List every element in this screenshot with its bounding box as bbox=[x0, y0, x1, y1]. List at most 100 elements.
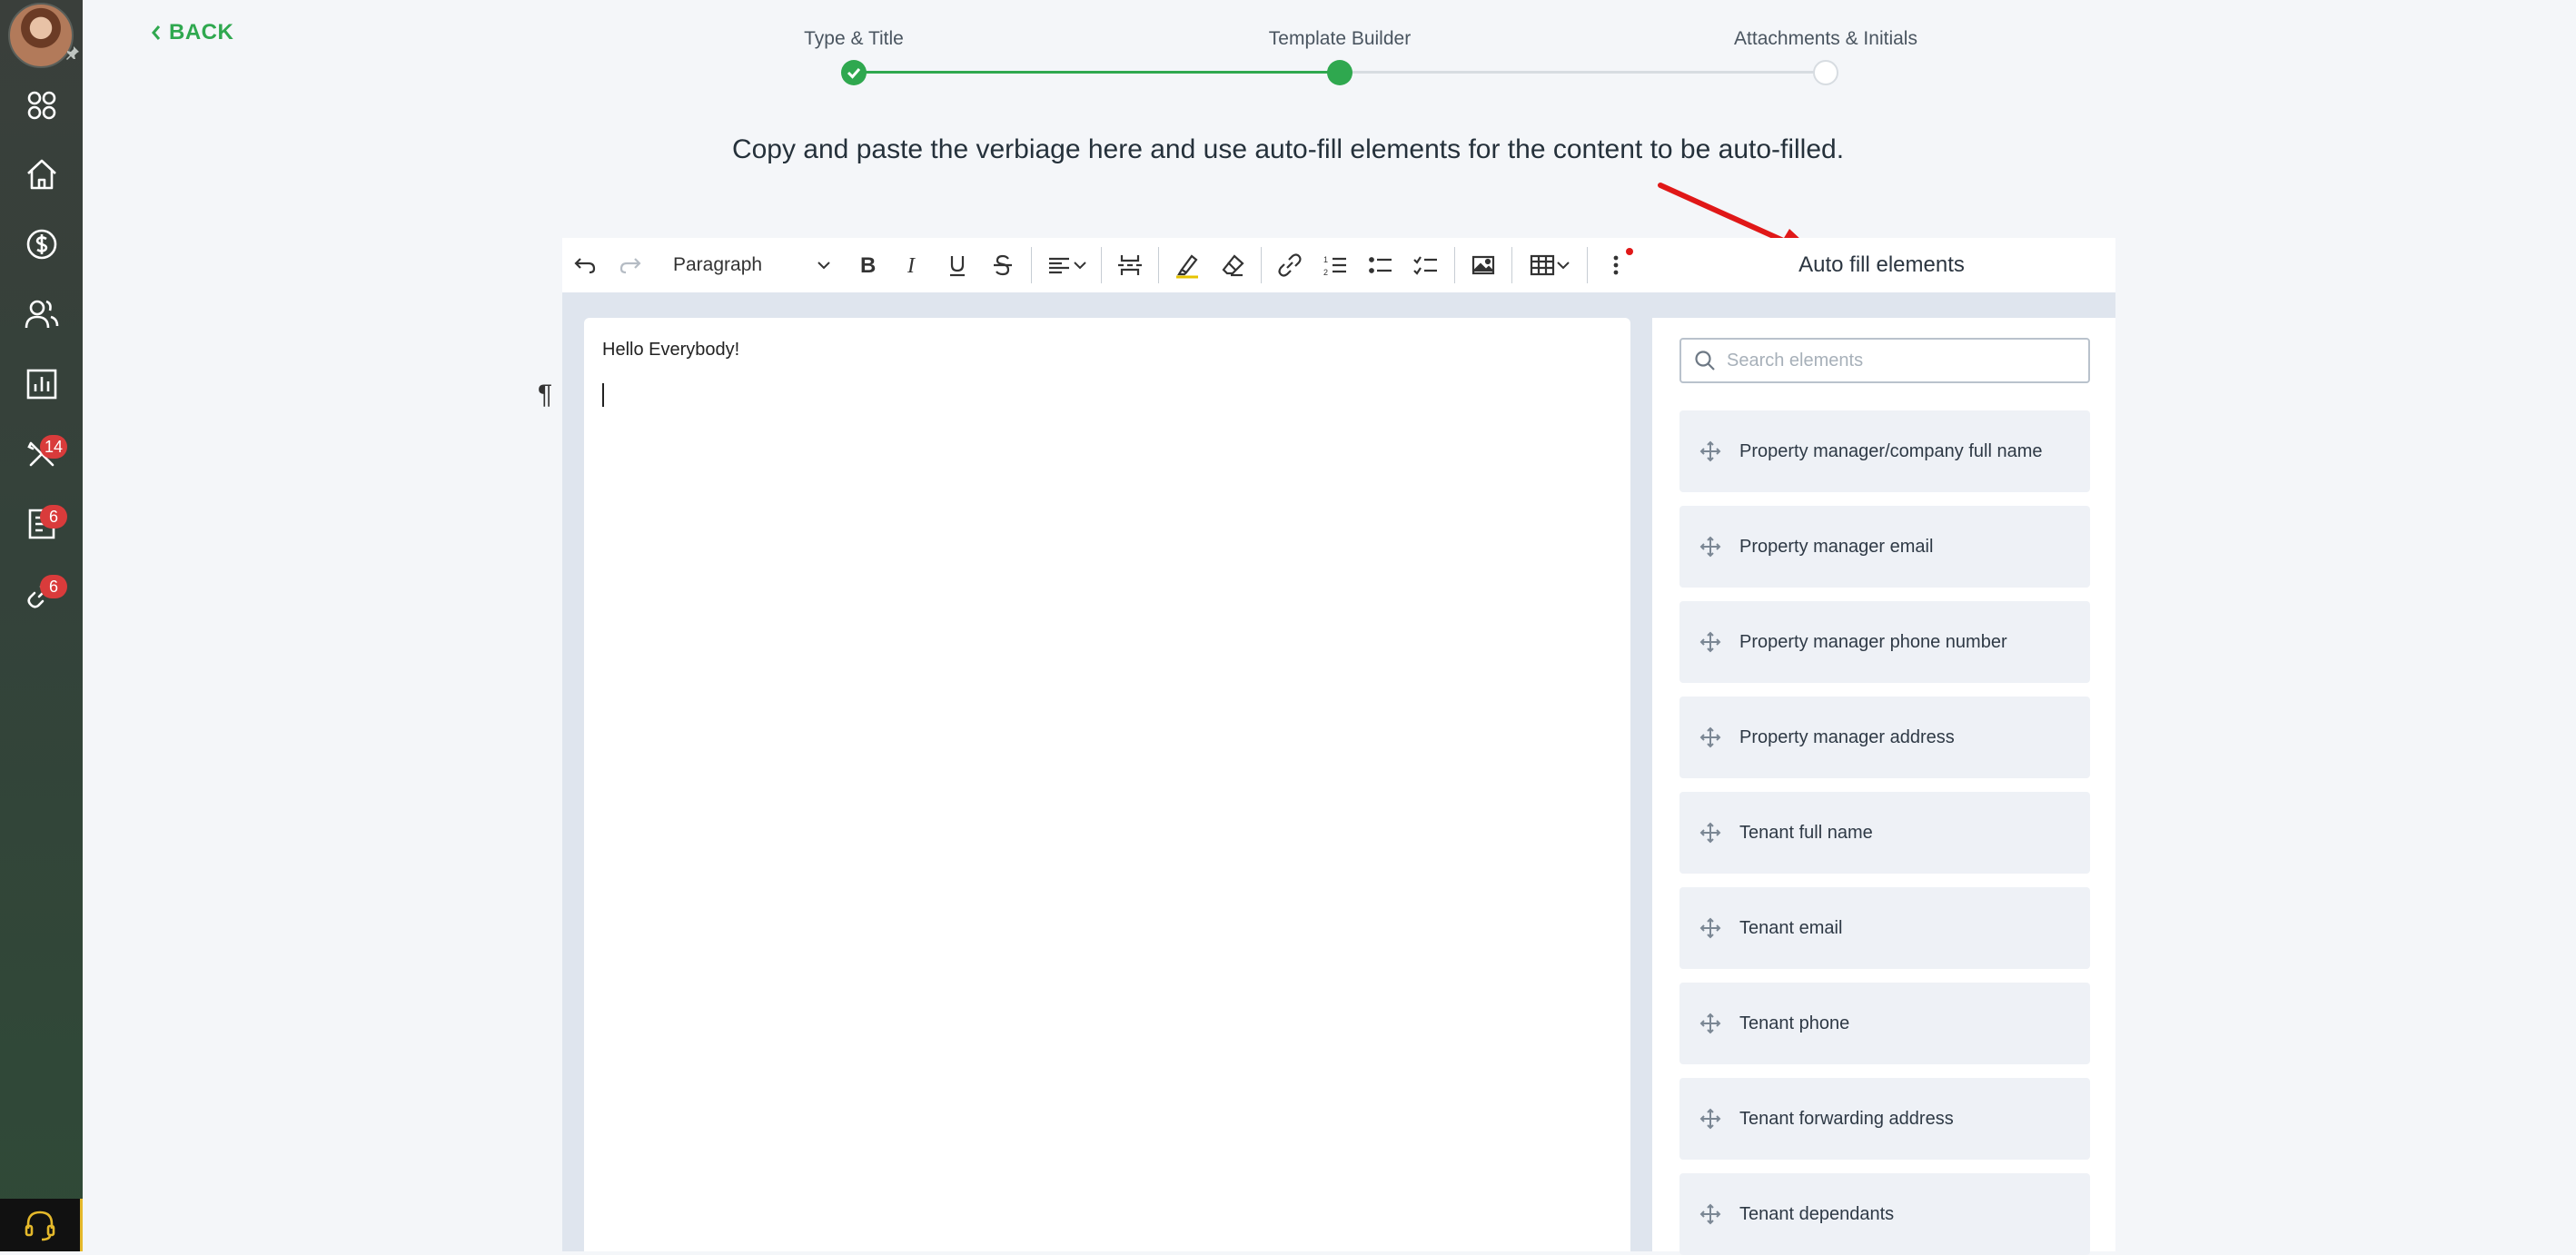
toolbar-divider bbox=[1031, 247, 1032, 283]
step-label-attachments: Attachments & Initials bbox=[1734, 28, 1917, 49]
insert-image-button[interactable] bbox=[1461, 238, 1506, 292]
template-editor: Paragraph B I 1 2 Auto fill elements Hel… bbox=[562, 238, 2115, 1255]
paragraph-style-select[interactable]: Paragraph bbox=[653, 238, 844, 292]
strikethrough-icon bbox=[994, 254, 1012, 276]
undo-icon bbox=[574, 258, 596, 274]
svg-text:I: I bbox=[907, 254, 916, 278]
underline-button[interactable] bbox=[935, 238, 980, 292]
chart-icon bbox=[26, 369, 56, 400]
clear-format-button[interactable] bbox=[1210, 238, 1255, 292]
more-options-button[interactable] bbox=[1593, 238, 1639, 292]
autofill-element-item[interactable]: Property manager phone number bbox=[1679, 601, 2090, 683]
svg-text:1: 1 bbox=[1323, 255, 1328, 264]
italic-button[interactable]: I bbox=[889, 238, 935, 292]
drag-move-icon bbox=[1699, 1203, 1721, 1225]
toolbar-divider bbox=[1101, 247, 1102, 283]
step-dot-template-builder[interactable] bbox=[1327, 60, 1352, 85]
autofill-element-item[interactable]: Tenant dependants bbox=[1679, 1173, 2090, 1255]
back-button[interactable]: BACK bbox=[151, 20, 233, 45]
sidebar-item-maintenance[interactable]: 14 bbox=[0, 420, 83, 489]
bulleted-list-button[interactable] bbox=[1358, 238, 1403, 292]
paragraph-marker[interactable]: ¶ bbox=[538, 380, 552, 410]
chevron-down-icon bbox=[1074, 262, 1086, 270]
svg-text:2: 2 bbox=[1323, 268, 1328, 277]
autofill-element-item[interactable]: Tenant phone bbox=[1679, 983, 2090, 1064]
search-elements-field[interactable] bbox=[1679, 338, 2090, 383]
underline-icon bbox=[950, 256, 965, 277]
autofill-element-label: Tenant full name bbox=[1739, 822, 1873, 843]
drag-move-icon bbox=[1699, 726, 1721, 748]
apps-grid-icon bbox=[27, 91, 55, 120]
autofill-element-label: Property manager/company full name bbox=[1739, 440, 2043, 461]
autofill-element-label: Tenant email bbox=[1739, 917, 1843, 938]
user-avatar[interactable] bbox=[8, 3, 74, 68]
highlight-button[interactable] bbox=[1164, 238, 1210, 292]
pin-icon[interactable] bbox=[65, 45, 80, 60]
undo-button[interactable] bbox=[562, 238, 608, 292]
checklist-icon bbox=[1413, 256, 1437, 275]
link-button[interactable] bbox=[1267, 238, 1313, 292]
page-break-icon bbox=[1118, 255, 1142, 275]
step-dot-type-title[interactable] bbox=[841, 60, 867, 85]
step-label-type-title: Type & Title bbox=[804, 28, 904, 49]
sidebar-item-finance[interactable] bbox=[0, 210, 83, 279]
sidebar-item-people[interactable] bbox=[0, 280, 83, 349]
autofill-element-item[interactable]: Property manager/company full name bbox=[1679, 410, 2090, 492]
document-editor[interactable]: Hello Everybody! bbox=[584, 318, 1630, 1251]
insert-table-dropdown[interactable] bbox=[1518, 238, 1581, 292]
document-text-line[interactable]: Hello Everybody! bbox=[602, 340, 739, 361]
align-dropdown[interactable] bbox=[1037, 238, 1095, 292]
headset-icon bbox=[25, 1211, 55, 1241]
link-icon bbox=[1278, 253, 1302, 277]
drag-move-icon bbox=[1699, 631, 1721, 653]
autofill-element-item[interactable]: Tenant email bbox=[1679, 887, 2090, 969]
search-icon bbox=[1695, 351, 1715, 371]
sidebar-item-documents[interactable]: 6 bbox=[0, 489, 83, 558]
back-label: BACK bbox=[169, 20, 234, 44]
autofill-element-label: Tenant dependants bbox=[1739, 1203, 1895, 1224]
text-cursor bbox=[602, 383, 604, 407]
notification-dot bbox=[1626, 248, 1633, 255]
align-left-icon bbox=[1049, 257, 1069, 274]
search-elements-input[interactable] bbox=[1725, 349, 2074, 372]
support-button[interactable] bbox=[0, 1199, 83, 1251]
highlighter-icon bbox=[1176, 254, 1198, 279]
autofill-panel: Property manager/company full name Proper… bbox=[1652, 318, 2115, 1255]
stepper-line-complete bbox=[854, 71, 1340, 74]
users-icon bbox=[25, 300, 58, 329]
sidebar-item-links[interactable]: 6 bbox=[0, 559, 83, 628]
redo-button[interactable] bbox=[608, 238, 653, 292]
bulleted-list-icon bbox=[1369, 257, 1392, 273]
step-label-template-builder: Template Builder bbox=[1268, 28, 1412, 49]
sidebar-item-reports[interactable] bbox=[0, 350, 83, 419]
autofill-element-label: Tenant forwarding address bbox=[1739, 1108, 1954, 1129]
paragraph-style-value: Paragraph bbox=[673, 254, 763, 275]
toolbar-divider bbox=[1261, 247, 1262, 283]
autofill-panel-title: Auto fill elements bbox=[1648, 238, 2115, 292]
step-dot-attachments[interactable] bbox=[1813, 60, 1838, 85]
more-vertical-icon bbox=[1613, 255, 1619, 275]
eraser-icon bbox=[1222, 254, 1244, 277]
strikethrough-button[interactable] bbox=[980, 238, 1025, 292]
autofill-element-item[interactable]: Tenant full name bbox=[1679, 792, 2090, 874]
todo-list-button[interactable] bbox=[1403, 238, 1449, 292]
autofill-element-label: Tenant phone bbox=[1739, 1013, 1850, 1033]
numbered-list-icon: 12 bbox=[1323, 255, 1346, 277]
autofill-element-item[interactable]: Tenant forwarding address bbox=[1679, 1078, 2090, 1160]
italic-icon: I bbox=[907, 254, 916, 278]
chevron-down-icon bbox=[1557, 262, 1570, 270]
image-icon bbox=[1471, 255, 1495, 275]
numbered-list-button[interactable]: 12 bbox=[1313, 238, 1358, 292]
drag-move-icon bbox=[1699, 536, 1721, 558]
drag-move-icon bbox=[1699, 440, 1721, 462]
sidebar-item-apps[interactable] bbox=[0, 71, 83, 140]
toolbar-divider bbox=[1158, 247, 1159, 283]
bold-button[interactable]: B bbox=[844, 238, 889, 292]
editor-toolbar: Paragraph B I 1 2 bbox=[562, 238, 1648, 292]
dollar-icon bbox=[26, 229, 56, 260]
links-badge: 6 bbox=[40, 575, 67, 598]
autofill-element-item[interactable]: Property manager email bbox=[1679, 506, 2090, 588]
autofill-element-item[interactable]: Property manager address bbox=[1679, 697, 2090, 778]
chevron-left-icon bbox=[152, 25, 161, 40]
page-break-button[interactable] bbox=[1107, 238, 1153, 292]
